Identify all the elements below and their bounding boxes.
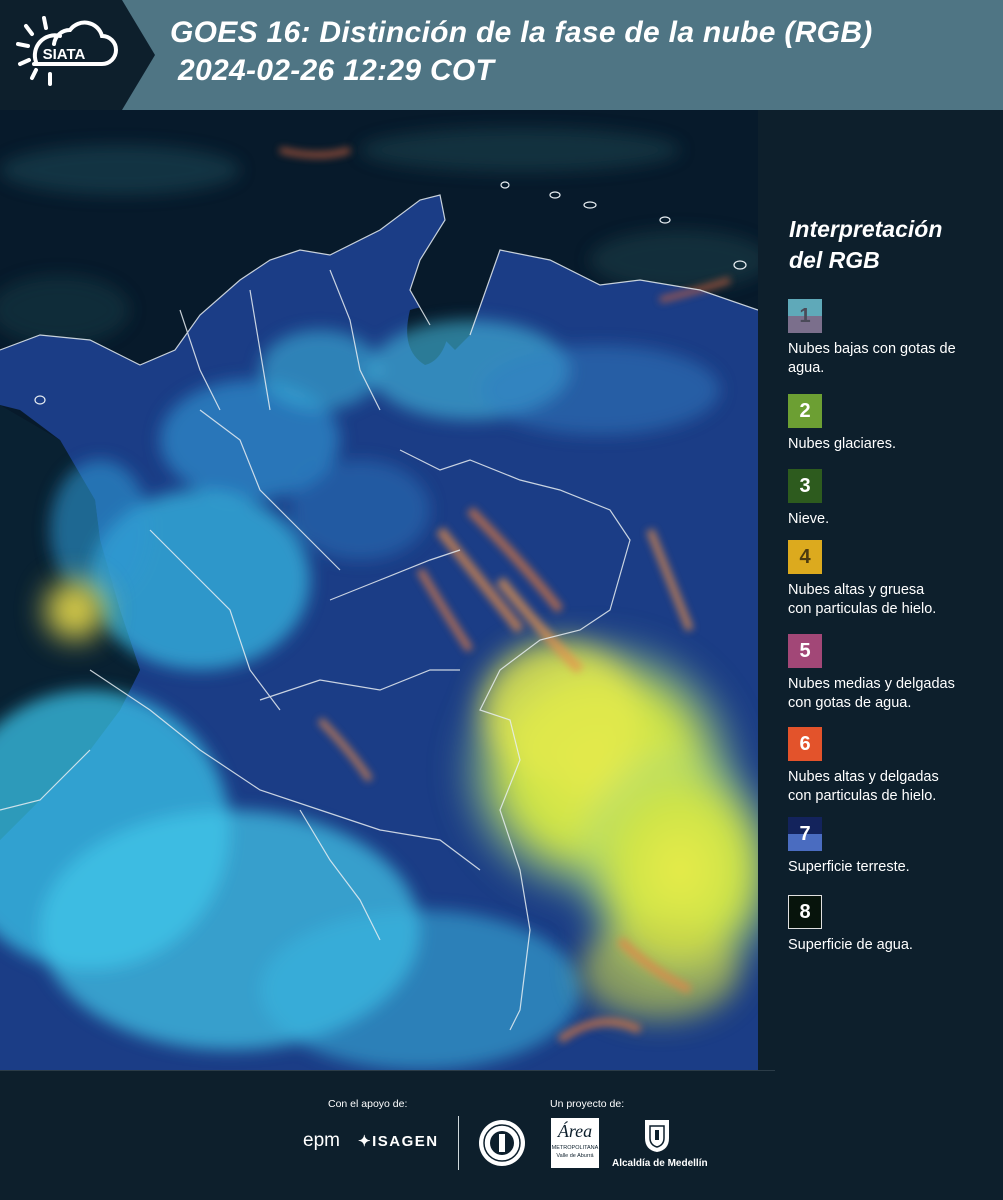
legend-item-2: 2 Nubes glaciares. xyxy=(788,394,988,454)
legend-swatch-5: 5 xyxy=(788,634,822,668)
legend-swatch-6: 6 xyxy=(788,727,822,761)
legend-label-6: Nubes altas y delgadas con particulas de… xyxy=(788,769,939,804)
legend-item-6: 6 Nubes altas y delgadas con particulas … xyxy=(788,727,988,806)
isagen-logo[interactable]: ✦ISAGEN xyxy=(358,1132,439,1150)
legend-item-5: 5 Nubes medias y delgadas con gotas de a… xyxy=(788,634,988,713)
legend-label-3: Nieve. xyxy=(788,511,830,527)
title-main: GOES 16: Distinción de la fase de la nub… xyxy=(170,16,873,49)
legend-item-1: 1 Nubes bajas con gotas de agua. xyxy=(788,299,988,378)
project-label: Un proyecto de: xyxy=(550,1098,625,1110)
legend-swatch-2: 2 xyxy=(788,394,822,428)
seal-icon[interactable] xyxy=(477,1118,527,1168)
coat-of-arms-icon xyxy=(645,1120,669,1152)
epm-logo[interactable]: epm xyxy=(303,1130,340,1152)
legend-label-1: Nubes bajas con gotas de agua. xyxy=(788,341,956,376)
legend-swatch-4: 4 xyxy=(788,540,822,574)
map-image xyxy=(0,110,758,1070)
legend-swatch-3: 3 xyxy=(788,469,822,503)
legend-swatch-7: 7 xyxy=(788,817,822,851)
legend-label-8: Superficie de agua. xyxy=(788,937,913,953)
legend-swatch-8: 8 xyxy=(788,895,822,929)
footer: Con el apoyo de: Un proyecto de: epm ✦IS… xyxy=(0,1070,1003,1200)
support-label: Con el apoyo de: xyxy=(328,1098,408,1110)
siata-logo[interactable]: SIATA xyxy=(0,0,155,110)
footer-divider xyxy=(458,1116,459,1170)
isagen-icon: ✦ xyxy=(358,1133,373,1150)
legend-label-4: Nubes altas y gruesa con particulas de h… xyxy=(788,582,937,617)
legend-item-7: 7 Superficie terreste. xyxy=(788,817,988,877)
satellite-map[interactable] xyxy=(0,110,758,1070)
sun-cloud-icon: SIATA xyxy=(16,16,118,86)
title-datetime: 2024-02-26 12:29 COT xyxy=(178,54,495,87)
legend-label-5: Nubes medias y delgadas con gotas de agu… xyxy=(788,676,955,711)
legend-label-7: Superficie terreste. xyxy=(788,859,910,875)
legend-item-3: 3 Nieve. xyxy=(788,469,988,529)
header-bar: SIATA GOES 16: Distinción de la fase de … xyxy=(0,0,1003,110)
legend-label-2: Nubes glaciares. xyxy=(788,436,896,452)
alcaldia-label[interactable]: Alcaldía de Medellín xyxy=(612,1158,708,1169)
svg-text:SIATA: SIATA xyxy=(43,46,86,63)
legend-title: Interpretación del RGB xyxy=(789,216,943,273)
legend-item-4: 4 Nubes altas y gruesa con particulas de… xyxy=(788,540,988,619)
page-title: GOES 16: Distinción de la fase de la nub… xyxy=(170,14,873,90)
legend-item-8: 8 Superficie de agua. xyxy=(788,895,988,955)
area-metropolitana-logo[interactable]: Área METROPOLITANA Valle de Aburrá xyxy=(551,1118,599,1168)
legend-panel: Interpretación del RGB 1 Nubes bajas con… xyxy=(775,110,1003,1070)
legend-swatch-1: 1 xyxy=(788,299,822,333)
